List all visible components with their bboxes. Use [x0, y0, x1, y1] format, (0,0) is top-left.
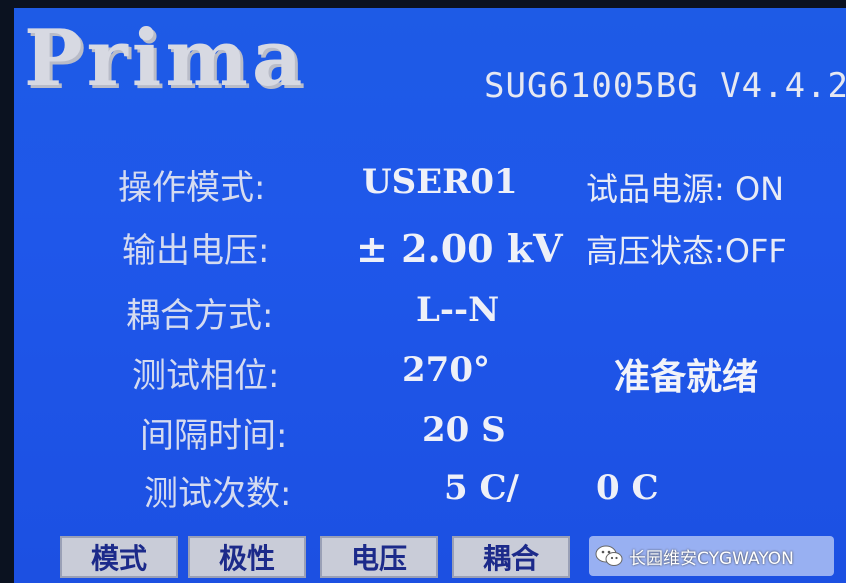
- mode-label: 操作模式:: [118, 168, 266, 208]
- voltage-value: ± 2.00 kV: [356, 226, 563, 271]
- voltage-softkey[interactable]: 电压: [320, 536, 438, 578]
- coupling-label: 耦合方式:: [126, 296, 274, 336]
- brand-logo: Prima: [24, 13, 307, 104]
- count-label: 测试次数:: [144, 474, 292, 514]
- watermark: 长园维安CYGWAYON: [589, 536, 834, 576]
- hv-status: 高压状态:OFF: [586, 232, 787, 270]
- eut-power-status: 试品电源: ON: [586, 170, 785, 208]
- coupling-softkey[interactable]: 耦合: [452, 536, 570, 578]
- lcd-screen: Prima SUG61005BG V4.4.2 操作模式: USER01 试品电…: [14, 8, 846, 583]
- mode-softkey[interactable]: 模式: [60, 536, 178, 578]
- watermark-text: 长园维安CYGWAYON: [629, 548, 794, 569]
- phase-value: 270°: [402, 350, 490, 390]
- phase-label: 测试相位:: [132, 356, 280, 396]
- count-done-value: 0 C: [596, 468, 659, 508]
- wechat-icon: [595, 545, 623, 566]
- interval-label: 间隔时间:: [140, 416, 288, 456]
- coupling-value: L--N: [416, 290, 500, 330]
- model-version: SUG61005BG V4.4.2: [484, 66, 846, 106]
- polarity-softkey[interactable]: 极性: [188, 536, 306, 578]
- ready-status: 准备就绪: [614, 357, 759, 398]
- count-value: 5 C/: [444, 468, 519, 508]
- device-bezel: Prima SUG61005BG V4.4.2 操作模式: USER01 试品电…: [0, 0, 846, 583]
- mode-value: USER01: [362, 162, 518, 202]
- voltage-label: 输出电压:: [122, 231, 270, 271]
- interval-value: 20 S: [422, 410, 506, 450]
